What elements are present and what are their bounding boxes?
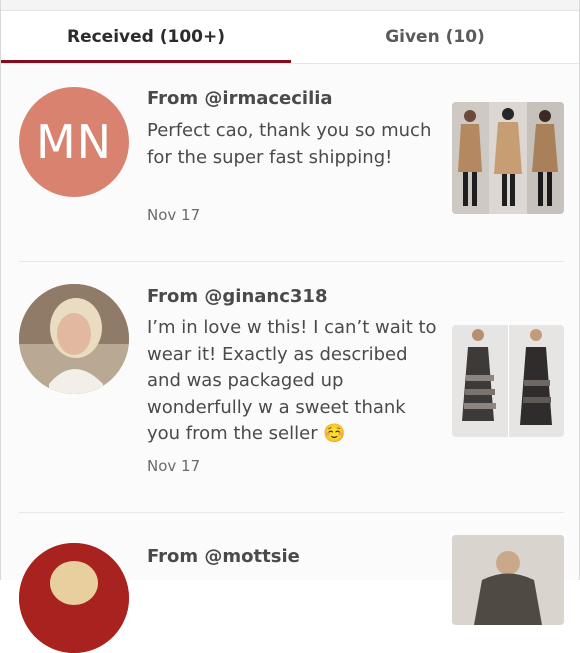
review-text: Perfect cao, thank you so much for the s… [147, 120, 432, 168]
review-author[interactable]: From @mottsie [147, 546, 300, 567]
tab-received[interactable]: Received (100+) [1, 11, 291, 63]
listing-thumbnail[interactable] [452, 102, 564, 214]
listing-thumbnail[interactable] [452, 325, 564, 437]
review-date: Nov 17 [147, 457, 201, 475]
profile-photo [19, 284, 129, 394]
review-item: MN From @irmacecilia Perfect cao, thank … [1, 63, 579, 261]
top-edge [1, 0, 579, 11]
tab-given[interactable]: Given (10) [291, 11, 579, 63]
avatar[interactable] [19, 543, 129, 653]
avatar[interactable] [19, 284, 129, 394]
profile-photo [19, 543, 129, 653]
jacket-image [452, 535, 564, 625]
listing-thumbnail[interactable] [452, 535, 564, 625]
review-item: From @mottsie [1, 513, 579, 653]
coat-outfits-image [452, 102, 564, 214]
review-date: Nov 17 [147, 206, 201, 224]
sequin-dress-image [452, 325, 564, 437]
reviews-screen: Received (100+) Given (10) MN From @irma… [0, 0, 580, 653]
tab-bar: Received (100+) Given (10) [1, 11, 579, 64]
avatar[interactable]: MN [19, 87, 129, 197]
review-author[interactable]: From @irmacecilia [147, 88, 333, 109]
review-text: I’m in love w this! I can’t wait to wear… [147, 317, 437, 444]
review-item: From @ginanc318 I’m in love w this! I ca… [1, 262, 579, 512]
review-author[interactable]: From @ginanc318 [147, 286, 327, 307]
avatar-initials: MN [35, 115, 113, 169]
